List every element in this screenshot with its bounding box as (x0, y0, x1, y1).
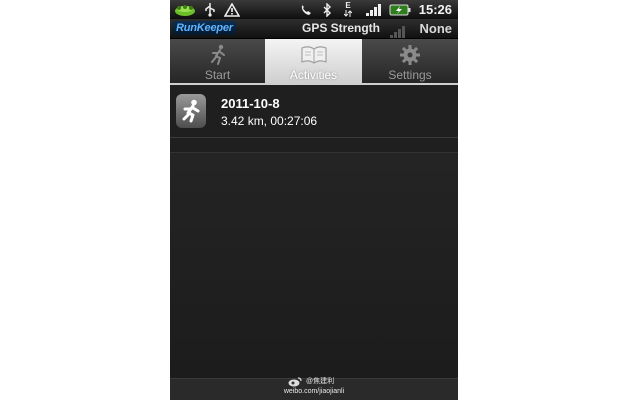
app-header: RunKeeper GPS Strength None (170, 19, 458, 39)
network-e-icon: E (340, 0, 356, 19)
status-bar: E 15:26 (170, 0, 458, 19)
list-item[interactable]: 2011-10-8 3.42 km, 00:27:06 (170, 85, 458, 138)
tab-label: Settings (388, 68, 432, 82)
battery-charging-icon (388, 0, 412, 19)
clock: 15:26 (418, 2, 452, 17)
gps-signal-icon (390, 23, 408, 38)
tab-activities[interactable]: Activities (265, 39, 362, 83)
activity-list: 2011-10-8 3.42 km, 00:27:06 (170, 85, 458, 153)
signal-strength-icon (364, 0, 384, 19)
runner-icon (207, 44, 229, 66)
watermark-name: @焦建利 (306, 378, 335, 385)
tab-label: Start (204, 68, 231, 82)
vibrate-phone-icon (298, 0, 314, 19)
runkeeper-logo: RunKeeper (173, 21, 236, 35)
bluetooth-icon (320, 0, 334, 19)
gear-icon (399, 44, 421, 66)
tab-bar: Start Activities Settings (170, 39, 458, 85)
tab-start[interactable]: Start (170, 39, 265, 83)
watermark: @焦建利 weibo.com/jiaojianli (170, 373, 458, 400)
book-icon (300, 44, 328, 66)
warning-icon (222, 0, 242, 19)
notification-app-icon (172, 0, 198, 19)
weibo-logo-icon (288, 376, 302, 387)
usb-icon (202, 0, 218, 19)
watermark-url: weibo.com/jiaojianli (283, 388, 345, 395)
activity-date: 2011-10-8 (221, 96, 280, 111)
activity-summary: 3.42 km, 00:27:06 (221, 114, 318, 128)
gps-strength-label: GPS Strength (302, 21, 381, 35)
empty-list-row (170, 138, 458, 153)
gps-strength-value: None (419, 21, 453, 36)
phone-screen: E 15:26 RunKeeper GPS Strength None Star… (170, 0, 458, 400)
tab-settings[interactable]: Settings (362, 39, 458, 83)
running-man-icon (176, 94, 206, 128)
list-background (170, 153, 458, 378)
tab-label: Activities (289, 68, 338, 82)
